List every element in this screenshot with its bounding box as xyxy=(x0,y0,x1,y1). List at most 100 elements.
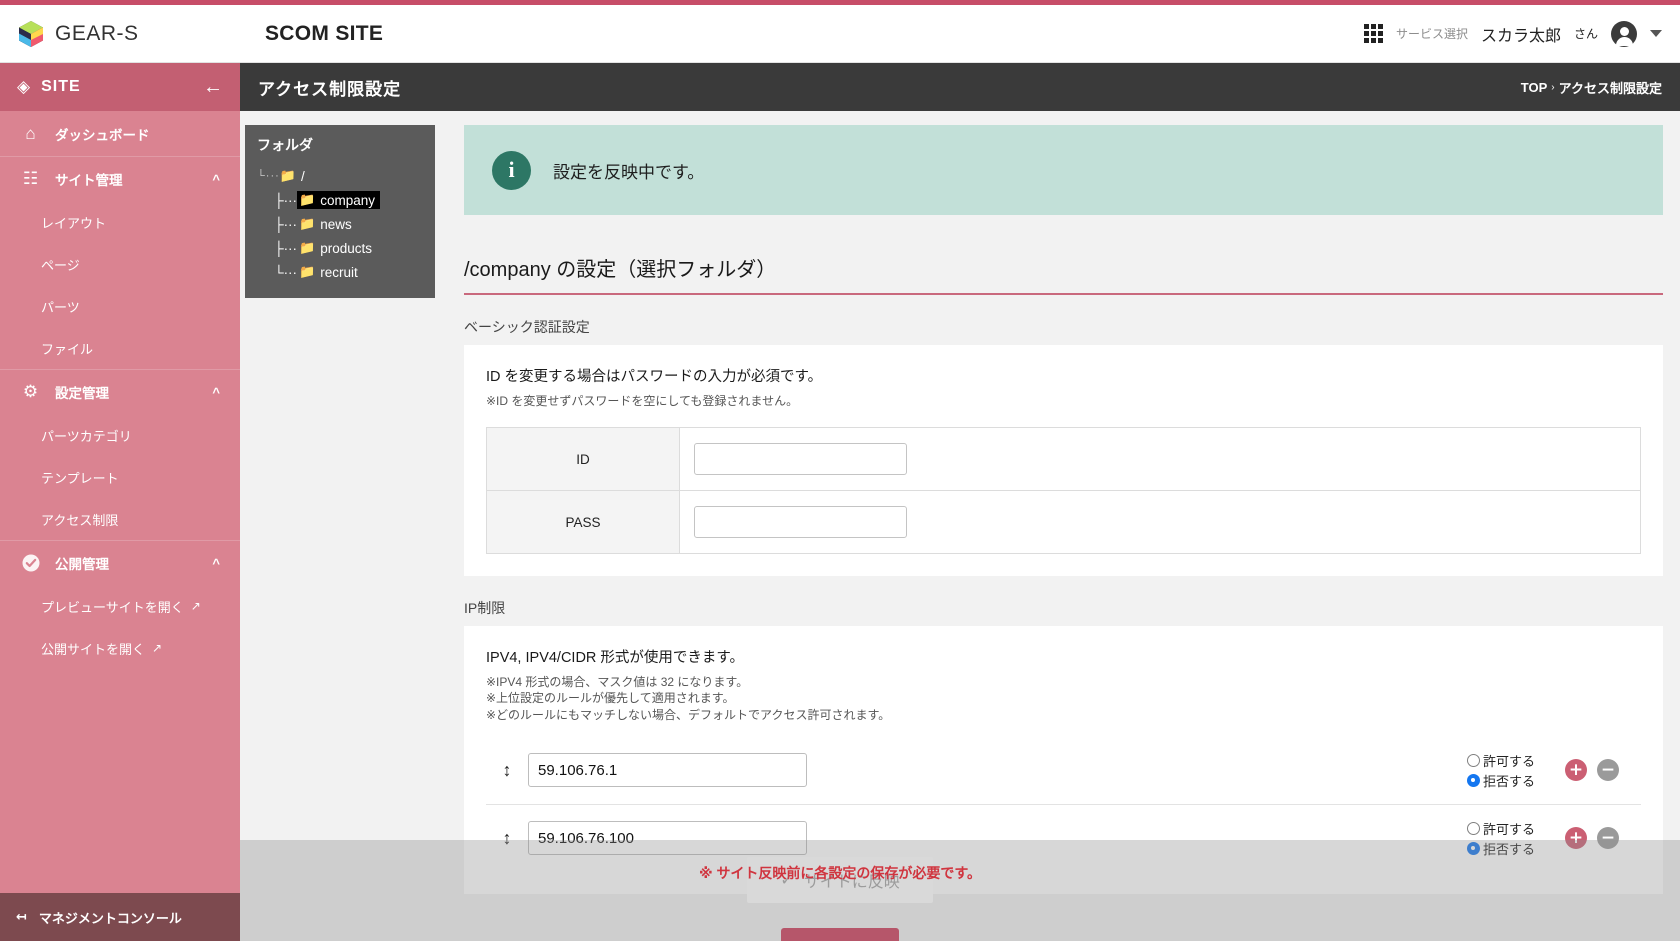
sidebar-item-dashboard[interactable]: ⌂ ダッシュボード xyxy=(0,111,240,156)
plus-circle-icon[interactable]: + xyxy=(1565,827,1587,850)
ip-rule-allow-option[interactable]: 許可する xyxy=(1466,751,1535,770)
tree-node-root[interactable]: └··· 📁 / xyxy=(257,164,423,188)
tree-children: ├··· 📁 company ├··· 📁 news ├··· 📁 produc… xyxy=(257,188,423,284)
basic-auth-label: ベーシック認証設定 xyxy=(464,319,590,335)
basic-auth-pass-label: PASS xyxy=(486,490,680,555)
table-row: PASS xyxy=(486,490,1641,555)
arrow-left-icon[interactable]: ← xyxy=(203,77,223,97)
page-section-title: /company の設定（選択フォルダ） xyxy=(464,253,1663,295)
ip-address-input[interactable] xyxy=(528,753,807,788)
chevron-up-icon[interactable]: ^ xyxy=(212,556,220,571)
user-name-suffix: さん xyxy=(1573,27,1598,41)
main-column: アクセス制限設定 TOP › アクセス制限設定 フォルダ └··· 📁 / ├·… xyxy=(240,63,1680,941)
grid-apps-icon[interactable] xyxy=(1363,24,1383,43)
sidebar-item-parts[interactable]: パーツ xyxy=(0,285,240,327)
sidebar-item-page[interactable]: ページ xyxy=(0,243,240,285)
breadcrumb-current: アクセス制限設定 xyxy=(1558,80,1662,96)
breadcrumb-root[interactable]: TOP xyxy=(1521,80,1548,95)
header-right: サービス選択 スカラ太郎 さん xyxy=(1363,20,1680,47)
basic-auth-pass-cell xyxy=(679,490,1641,555)
tree-item-label: recruit xyxy=(320,264,358,280)
plus-circle-icon[interactable]: + xyxy=(1565,759,1587,782)
radio-allow-icon[interactable] xyxy=(1466,753,1480,767)
ip-rule-deny-option[interactable]: 拒否する xyxy=(1466,771,1535,790)
brand[interactable]: GEAR-S xyxy=(0,19,240,49)
sidebar-group-site-management[interactable]: ☷ サイト管理 ^ xyxy=(0,156,240,201)
sidebar-item-label: ファイル xyxy=(41,341,94,357)
body-wrapper: ◈ SITE ← ⌂ ダッシュボード ☷ サイト管理 ^ レイアウト ページ パ… xyxy=(0,63,1680,941)
folder-icon: 📁 xyxy=(279,168,296,183)
save-button-peek[interactable] xyxy=(781,928,899,941)
ip-rule-deny-option[interactable]: 拒否する xyxy=(1466,839,1535,858)
tree-item-news[interactable]: ├··· 📁 news xyxy=(274,212,423,236)
service-select-label[interactable]: サービス選択 xyxy=(1396,25,1468,42)
sidebar-item-open-preview-site[interactable]: プレビューサイトを開く ↗ xyxy=(0,585,240,627)
external-link-icon: ↗ xyxy=(190,599,201,613)
sidebar-item-access-restriction[interactable]: アクセス制限 xyxy=(0,498,240,540)
cube-logo-icon xyxy=(16,19,46,49)
folder-tree-panel: フォルダ └··· 📁 / ├··· 📁 company ├··· 📁 news… xyxy=(245,125,435,298)
ip-restriction-label: IP制限 xyxy=(464,600,506,617)
site-name: SCOM SITE xyxy=(265,21,384,45)
basic-auth-card: ID を変更する場合はパスワードの入力が必須です。 ※ID を変更せずパスワード… xyxy=(464,345,1663,577)
sidebar-group-settings-management[interactable]: ⚙ 設定管理 ^ xyxy=(0,369,240,414)
user-avatar-icon[interactable] xyxy=(1611,20,1637,47)
exit-left-icon: ↤ xyxy=(16,909,27,924)
ip-rule-allow-option[interactable]: 許可する xyxy=(1466,819,1535,838)
folder-icon: 📁 xyxy=(299,192,316,207)
sitemap-icon: ☷ xyxy=(22,169,39,188)
page-header-bar: アクセス制限設定 TOP › アクセス制限設定 xyxy=(240,63,1680,111)
page-title: アクセス制限設定 xyxy=(258,79,402,99)
minus-circle-icon[interactable]: − xyxy=(1597,759,1619,782)
basic-auth-id-label: ID xyxy=(486,427,680,492)
tree-item-label: products xyxy=(320,240,373,256)
ip-restriction-lead: IPV4, IPV4/CIDR 形式が使用できます。 xyxy=(486,650,744,667)
radio-allow-icon[interactable] xyxy=(1466,821,1480,835)
sidebar-item-parts-category[interactable]: パーツカテゴリ xyxy=(0,414,240,456)
drag-vertical-icon[interactable]: ↕ xyxy=(486,760,528,781)
content-row: フォルダ └··· 📁 / ├··· 📁 company ├··· 📁 news… xyxy=(240,111,1680,941)
drag-vertical-icon[interactable]: ↕ xyxy=(486,828,528,849)
tree-item-recruit[interactable]: └··· 📁 recruit xyxy=(274,260,423,284)
ip-restriction-note-1: ※IPV4 形式の場合、マスク値は 32 になります。 xyxy=(486,675,749,690)
brand-name: GEAR-S xyxy=(55,21,139,45)
basic-auth-id-input[interactable] xyxy=(694,443,907,476)
chevron-up-icon[interactable]: ^ xyxy=(212,172,220,187)
sidebar-item-file[interactable]: ファイル xyxy=(0,327,240,369)
minus-circle-icon[interactable]: − xyxy=(1597,827,1619,850)
sidebar-item-label: ダッシュボード xyxy=(55,127,150,143)
tree-branch-line: ├··· xyxy=(274,216,298,232)
tree-item-label: news xyxy=(320,216,352,232)
user-name: スカラ太郎 xyxy=(1480,27,1561,45)
basic-auth-note: ※ID を変更せずパスワードを空にしても登録されません。 xyxy=(486,394,799,408)
basic-auth-id-cell xyxy=(679,427,1641,492)
breadcrumb: TOP › アクセス制限設定 xyxy=(1521,78,1662,97)
ip-rule-actions: + − xyxy=(1535,759,1641,782)
gear-icon: ⚙ xyxy=(22,382,39,401)
radio-deny-icon[interactable] xyxy=(1466,773,1480,787)
sidebar-item-layout[interactable]: レイアウト xyxy=(0,201,240,243)
ip-rule-deny-label: 拒否する xyxy=(1482,773,1535,789)
chevron-up-icon[interactable]: ^ xyxy=(212,385,220,400)
sidebar-item-label: アクセス制限 xyxy=(41,512,119,528)
radio-deny-icon[interactable] xyxy=(1466,841,1480,855)
basic-auth-pass-input[interactable] xyxy=(694,506,907,539)
status-banner-message: 設定を反映中です。 xyxy=(553,162,705,182)
cube-site-icon: ◈ xyxy=(17,77,31,96)
sidebar-group-publish-management[interactable]: 公開管理 ^ xyxy=(0,540,240,585)
ip-address-input[interactable] xyxy=(528,821,807,856)
chevron-down-icon[interactable] xyxy=(1650,30,1662,37)
tree-item-company[interactable]: ├··· 📁 company xyxy=(274,188,423,212)
tree-item-products[interactable]: ├··· 📁 products xyxy=(274,236,423,260)
home-icon: ⌂ xyxy=(25,123,36,143)
tree-node-label: / xyxy=(300,168,305,184)
info-icon: i xyxy=(492,150,531,190)
status-banner: i 設定を反映中です。 xyxy=(464,125,1663,215)
tree-branch-line: └··· xyxy=(274,264,298,280)
breadcrumb-separator: › xyxy=(1551,81,1555,93)
global-header: GEAR-S SCOM SITE サービス選択 スカラ太郎 さん xyxy=(0,5,1680,63)
sidebar-group-label: 公開管理 xyxy=(55,557,109,572)
app-root: GEAR-S SCOM SITE サービス選択 スカラ太郎 さん ◈ SITE … xyxy=(0,0,1680,941)
sidebar-item-open-public-site[interactable]: 公開サイトを開く ↗ xyxy=(0,627,240,669)
sidebar-item-template[interactable]: テンプレート xyxy=(0,456,240,498)
